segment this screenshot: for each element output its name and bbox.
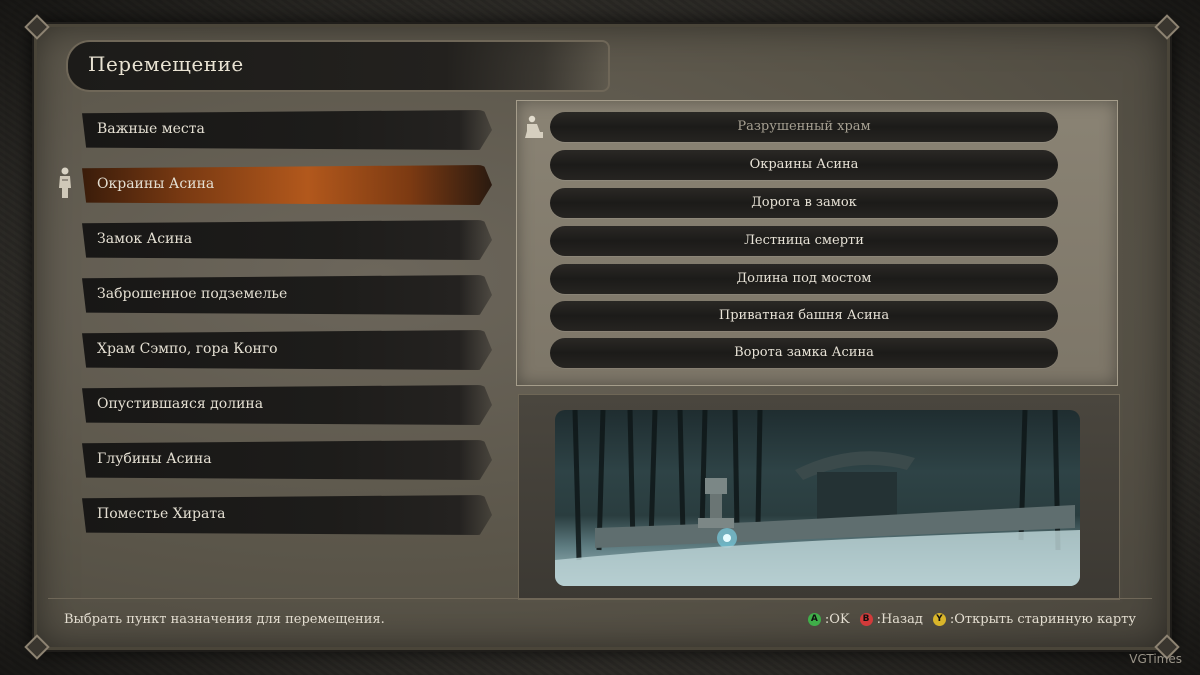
location-item-label: Приватная башня Асина xyxy=(718,308,890,323)
watermark: VGTimes xyxy=(1129,652,1182,666)
open-map-prompt[interactable]: :Открыть старинную карту xyxy=(950,612,1136,627)
idol-statue-icon xyxy=(59,167,71,198)
b-button-icon: B xyxy=(859,613,873,626)
region-item-label: Храм Сэмпо, гора Конго xyxy=(97,341,278,357)
page-title: Перемещение xyxy=(88,52,244,76)
region-item-label: Опустившаяся долина xyxy=(97,396,264,412)
region-item-label: Глубины Асина xyxy=(97,451,212,467)
region-item-label: Важные места xyxy=(97,121,205,137)
region-item-label: Поместье Хирата xyxy=(97,506,226,522)
location-preview-image xyxy=(555,410,1080,586)
back-prompt[interactable]: :Назад xyxy=(877,612,923,627)
region-item-label: Замок Асина xyxy=(97,231,193,247)
location-item-label: Долина под мостом xyxy=(736,271,872,286)
location-item-label: Ворота замка Асина xyxy=(734,345,874,360)
y-button-icon: Y xyxy=(932,613,946,626)
button-prompts: A :OK B :Назад Y :Открыть старинную карт… xyxy=(807,612,1136,627)
region-item-label: Окраины Асина xyxy=(97,176,215,192)
location-item-label: Окраины Асина xyxy=(749,157,859,172)
location-item-label: Лестница смерти xyxy=(744,233,864,248)
region-item-label: Заброшенное подземелье xyxy=(97,286,288,302)
a-button-icon: A xyxy=(807,613,821,626)
location-item-label: Дорога в замок xyxy=(751,195,857,210)
help-text: Выбрать пункт назначения для перемещения… xyxy=(64,612,385,627)
footer-divider xyxy=(48,598,1152,599)
confirm-prompt[interactable]: :OK xyxy=(825,612,850,627)
kneeling-statue-icon xyxy=(525,115,543,138)
location-item-label: Разрушенный храм xyxy=(737,119,871,134)
